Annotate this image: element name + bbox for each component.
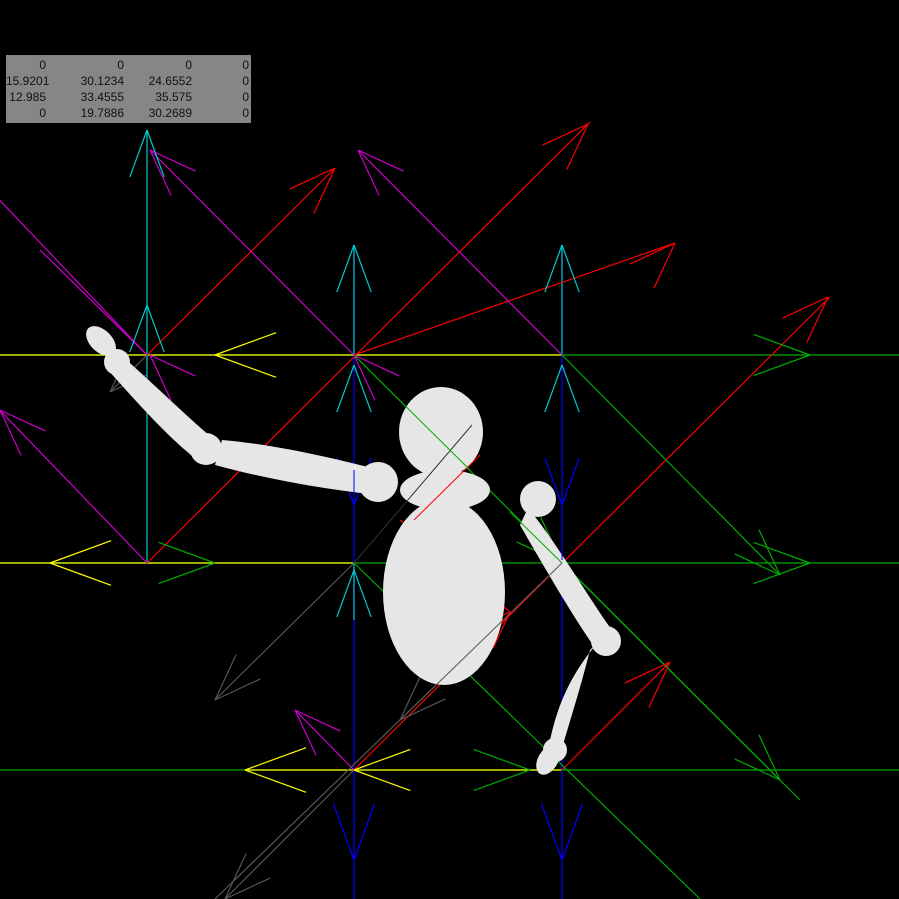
arrowhead xyxy=(544,364,563,413)
arrowhead xyxy=(224,853,247,899)
right-upper-arm[interactable] xyxy=(215,440,380,495)
left-upper-arm[interactable] xyxy=(520,508,612,648)
arrowhead xyxy=(49,562,112,586)
matrix-cell: 0 xyxy=(117,58,124,72)
arrowhead xyxy=(149,149,196,172)
left-forearm[interactable] xyxy=(548,640,600,755)
arrowhead xyxy=(758,529,781,576)
arrowhead xyxy=(158,562,216,585)
matrix-row: 12.985 33.4555 35.575 0 xyxy=(6,89,251,105)
matrix-cell: 0 xyxy=(39,106,46,120)
matrix-cell: 30.1234 xyxy=(80,74,124,88)
matrix-cell: 0 xyxy=(242,106,249,120)
left-elbow-joint[interactable] xyxy=(591,626,621,656)
diagonal-green xyxy=(561,354,781,576)
arrowhead xyxy=(561,803,584,861)
matrix-cell: 0 xyxy=(242,90,249,104)
arrowhead xyxy=(753,333,811,356)
matrix-cell: 19.7886 xyxy=(80,106,124,120)
transform-matrix-panel: 0 0 0 0 15.9201 30.1234 24.6552 0 12.985… xyxy=(6,55,251,123)
arrowhead xyxy=(353,769,411,792)
arrowhead xyxy=(0,409,22,456)
diagonal-green xyxy=(561,562,801,801)
arrowhead xyxy=(629,242,676,265)
arrowhead xyxy=(214,332,277,356)
arrowhead xyxy=(332,803,355,861)
matrix-cell: 12.985 xyxy=(9,90,46,104)
arrowhead xyxy=(806,296,829,343)
arrowhead xyxy=(313,167,336,214)
arrowhead xyxy=(734,553,781,576)
arrowhead xyxy=(146,304,165,353)
arrowhead xyxy=(294,709,341,732)
arrowhead xyxy=(561,244,580,293)
arrowhead xyxy=(214,678,261,701)
matrix-cell: 30.2689 xyxy=(148,106,192,120)
arrowhead xyxy=(473,748,531,771)
arrowhead xyxy=(146,129,165,178)
diagonal-magenta xyxy=(149,149,355,356)
arrowhead xyxy=(0,409,46,432)
matrix-cell: 0 xyxy=(185,58,192,72)
diagonal-magenta xyxy=(294,709,355,771)
arrowhead xyxy=(782,296,829,319)
matrix-row: 0 0 0 0 xyxy=(6,57,251,73)
arrowhead xyxy=(561,457,580,506)
arrowhead xyxy=(542,123,589,146)
torso[interactable] xyxy=(383,499,505,685)
matrix-cell: 24.6552 xyxy=(148,74,192,88)
matrix-row: 0 19.7886 30.2689 0 xyxy=(6,105,251,121)
arrowhead xyxy=(624,661,671,684)
arrowhead xyxy=(473,769,531,792)
arrowhead xyxy=(353,354,400,377)
arrowhead xyxy=(149,354,196,377)
arrowhead xyxy=(244,747,307,771)
left-shoulder-joint[interactable] xyxy=(520,481,556,517)
diagonal-red xyxy=(353,242,676,356)
matrix-cell: 15.9201 xyxy=(6,74,50,88)
matrix-cell: 0 xyxy=(39,58,46,72)
arrowhead xyxy=(753,541,811,564)
arrowhead xyxy=(336,244,355,293)
arrowhead xyxy=(129,129,148,178)
arrowhead xyxy=(353,748,411,771)
arrowhead xyxy=(49,540,112,564)
matrix-cell: 0 xyxy=(242,74,249,88)
arrowhead xyxy=(353,803,376,861)
arrowhead xyxy=(561,364,580,413)
matrix-row: 15.9201 30.1234 24.6552 0 xyxy=(6,73,251,89)
arrowhead xyxy=(214,654,237,701)
matrix-cell: 35.575 xyxy=(155,90,192,104)
arrowhead xyxy=(357,149,404,172)
diagonal-gray xyxy=(224,769,355,899)
arrowhead xyxy=(214,354,277,378)
mannequin-figure[interactable] xyxy=(80,320,621,778)
diagonal-magenta xyxy=(0,199,148,356)
arrowhead xyxy=(244,769,307,793)
arrowhead xyxy=(566,123,589,170)
diagonal-magenta xyxy=(0,409,148,564)
arrowhead xyxy=(540,803,563,861)
arrowhead xyxy=(129,304,148,353)
arrowhead xyxy=(149,149,172,196)
arrowhead xyxy=(224,877,271,899)
head[interactable] xyxy=(399,387,483,477)
arrowhead xyxy=(353,244,372,293)
arrowhead xyxy=(357,149,380,196)
arrowhead xyxy=(758,734,781,781)
diagonal-red xyxy=(146,167,336,356)
arrowhead xyxy=(289,167,336,190)
viewport-canvas[interactable] xyxy=(0,0,899,899)
diagonal-gray xyxy=(214,562,355,701)
matrix-cell: 0 xyxy=(242,58,249,72)
matrix-cell: 33.4555 xyxy=(80,90,124,104)
arrowhead xyxy=(158,541,216,564)
arrowhead xyxy=(648,661,671,708)
